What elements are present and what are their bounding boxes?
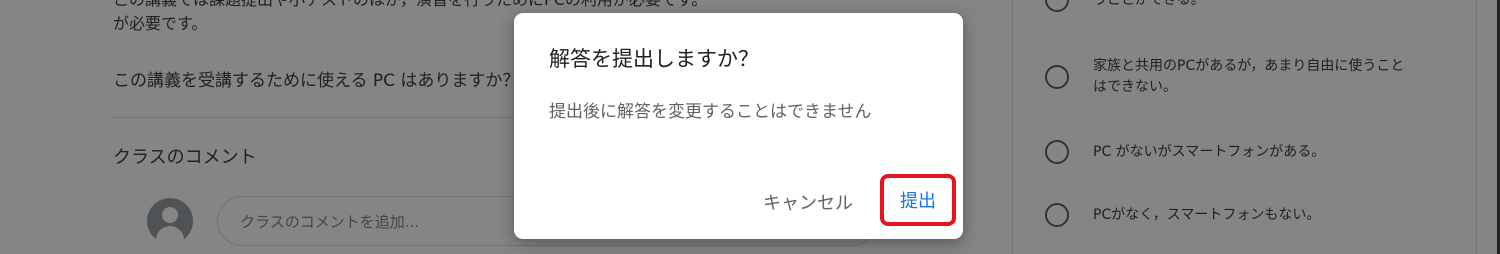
submit-button[interactable]: 提出 <box>884 178 952 222</box>
cancel-button[interactable]: キャンセル <box>759 185 857 219</box>
submit-confirm-dialog: 解答を提出しますか？ 提出後に解答を変更することはできません キャンセル 提出 <box>514 13 963 239</box>
page: この講義では課題提出や小テストのほか，演習を行うためにPCの利用が必要です。 が… <box>0 0 1500 254</box>
dialog-message: 提出後に解答を変更することはできません <box>549 102 872 122</box>
submit-button-highlight: 提出 <box>880 174 956 226</box>
dialog-title: 解答を提出しますか？ <box>549 47 759 71</box>
